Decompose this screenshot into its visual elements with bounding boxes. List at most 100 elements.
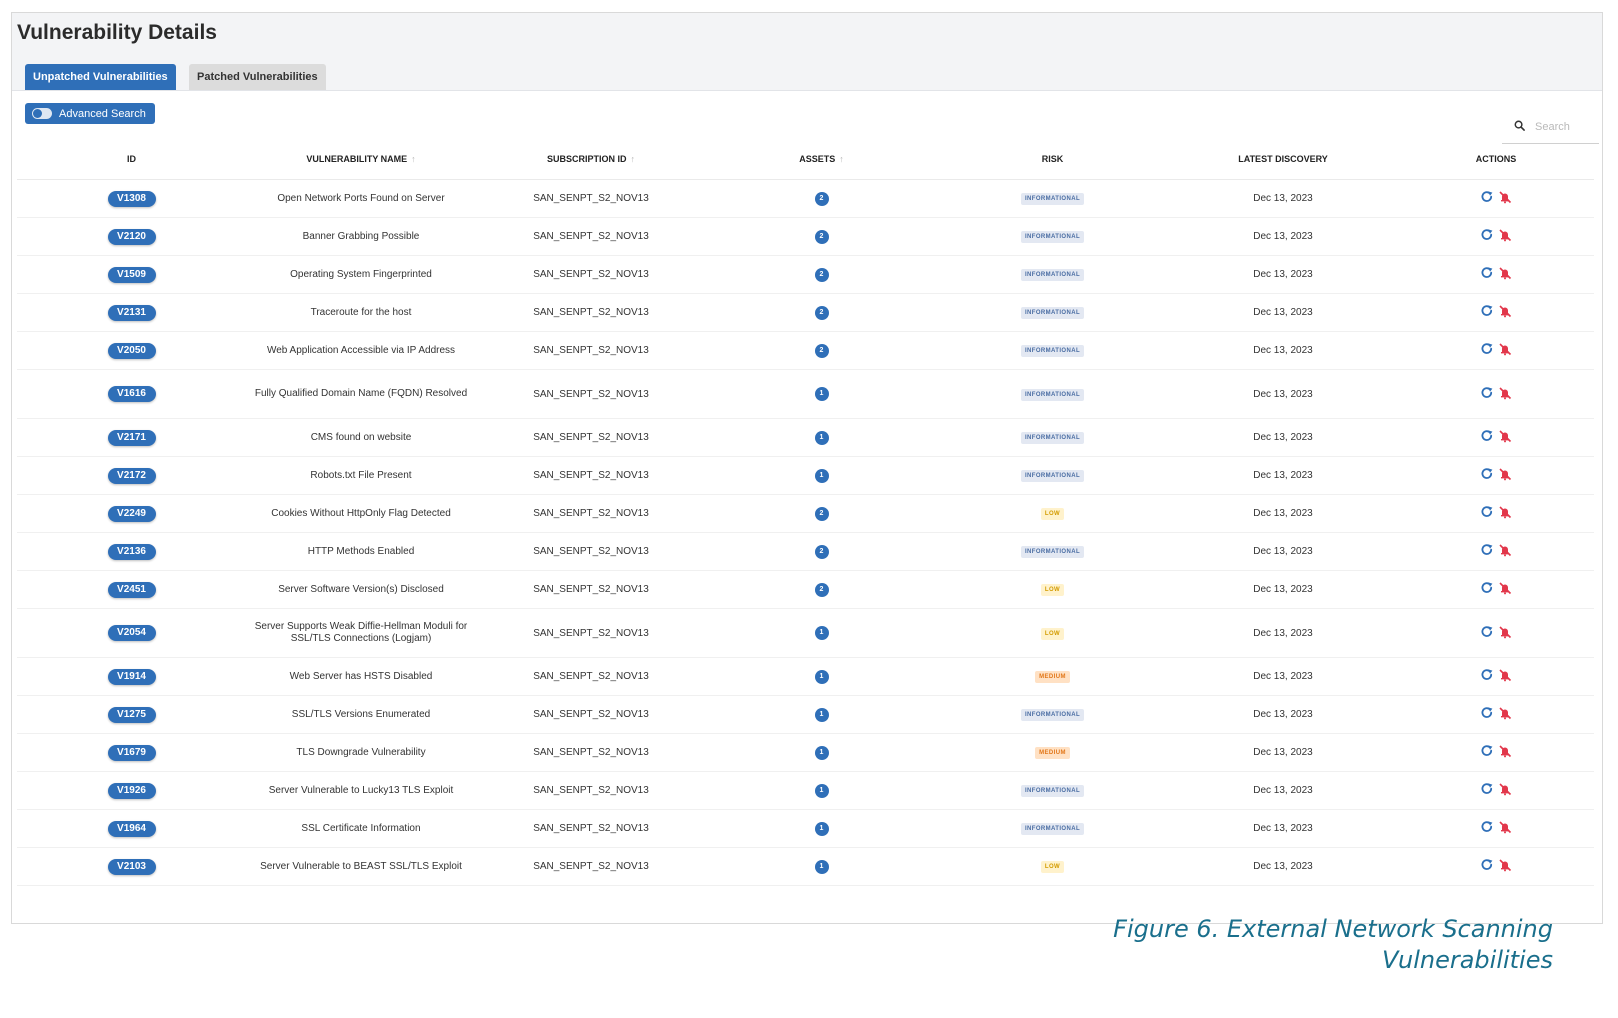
table-row[interactable]: V2131 Traceroute for the host SAN_SENPT_S2…: [17, 293, 1594, 332]
vulnerability-id-badge[interactable]: V2451: [107, 581, 156, 598]
vulnerability-id-badge[interactable]: V2131: [107, 304, 156, 321]
vulnerability-id-badge[interactable]: V2103: [107, 858, 156, 875]
mute-bell-icon[interactable]: [1498, 429, 1512, 443]
refresh-icon[interactable]: [1480, 581, 1494, 595]
table-row[interactable]: V2451 Server Software Version(s) Disclose…: [17, 570, 1594, 609]
table-row[interactable]: V1926 Server Vulnerable to Lucky13 TLS Ex…: [17, 771, 1594, 810]
refresh-icon[interactable]: [1480, 342, 1494, 356]
refresh-icon[interactable]: [1480, 266, 1494, 280]
refresh-icon[interactable]: [1480, 744, 1494, 758]
refresh-icon[interactable]: [1480, 782, 1494, 796]
vulnerability-id-badge[interactable]: V2171: [107, 429, 156, 446]
tab-unpatched-vulnerabilities[interactable]: Unpatched Vulnerabilities: [25, 64, 176, 90]
mute-bell-icon[interactable]: [1498, 581, 1512, 595]
vulnerability-id-badge[interactable]: V2172: [107, 467, 156, 484]
sort-up-arrow-icon[interactable]: ↑: [839, 154, 844, 164]
asset-count-badge[interactable]: 1: [814, 859, 829, 874]
table-row[interactable]: V2050 Web Application Accessible via IP A…: [17, 331, 1594, 370]
vulnerability-id-badge[interactable]: V1964: [107, 820, 156, 837]
vulnerability-id-badge[interactable]: V1926: [107, 782, 156, 799]
vulnerability-id-badge[interactable]: V1308: [107, 190, 156, 207]
mute-bell-icon[interactable]: [1498, 668, 1512, 682]
vulnerability-id-badge[interactable]: V1914: [107, 668, 156, 685]
asset-count-badge[interactable]: 2: [814, 544, 829, 559]
mute-bell-icon[interactable]: [1498, 782, 1512, 796]
column-header-subscription-id[interactable]: SUBSCRIPTION ID ↑: [476, 139, 706, 180]
mute-bell-icon[interactable]: [1498, 820, 1512, 834]
asset-count-badge[interactable]: 1: [814, 387, 829, 401]
table-row[interactable]: V1964 SSL Certificate Information SAN_SENP…: [17, 809, 1594, 848]
vulnerability-id-badge[interactable]: V2050: [107, 342, 156, 359]
vulnerability-id-badge[interactable]: V1275: [107, 706, 156, 723]
refresh-icon[interactable]: [1480, 505, 1494, 519]
refresh-icon[interactable]: [1480, 228, 1494, 242]
refresh-icon[interactable]: [1480, 467, 1494, 481]
search-input[interactable]: [1533, 120, 1597, 134]
refresh-icon[interactable]: [1480, 190, 1494, 204]
refresh-icon[interactable]: [1480, 858, 1494, 872]
refresh-icon[interactable]: [1480, 543, 1494, 557]
refresh-icon[interactable]: [1480, 304, 1494, 318]
vulnerability-id-badge[interactable]: V1616: [107, 386, 156, 402]
column-header-vulnerability-name[interactable]: VULNERABILITY NAME ↑: [246, 139, 476, 180]
tab-patched-vulnerabilities[interactable]: Patched Vulnerabilities: [189, 64, 326, 90]
asset-count-badge[interactable]: 1: [814, 783, 829, 798]
mute-bell-icon[interactable]: [1498, 744, 1512, 758]
table-row[interactable]: V1509 Operating System Fingerprinted SAN_S…: [17, 255, 1594, 294]
mute-bell-icon[interactable]: [1498, 625, 1512, 639]
asset-count-badge[interactable]: 1: [814, 669, 829, 684]
asset-count-badge[interactable]: 2: [814, 267, 829, 282]
mute-bell-icon[interactable]: [1498, 386, 1512, 400]
table-row[interactable]: V2054 Server Supports Weak Diffie-Hellman…: [17, 608, 1594, 658]
table-row[interactable]: V2120 Banner Grabbing Possible SAN_SENPT_S…: [17, 217, 1594, 256]
table-row[interactable]: V2249 Cookies Without HttpOnly Flag Detec…: [17, 494, 1594, 533]
mute-bell-icon[interactable]: [1498, 467, 1512, 481]
refresh-icon[interactable]: [1480, 625, 1494, 639]
mute-bell-icon[interactable]: [1498, 190, 1512, 204]
vulnerability-id-badge[interactable]: V2120: [107, 228, 156, 245]
asset-count-badge[interactable]: 2: [814, 191, 829, 206]
table-row[interactable]: V1616 Fully Qualified Domain Name (FQDN) …: [17, 369, 1594, 419]
column-header-assets[interactable]: ASSETS ↑: [706, 139, 937, 180]
asset-count-badge[interactable]: 2: [814, 506, 829, 521]
table-row[interactable]: V1308 Open Network Ports Found on Server S…: [17, 179, 1594, 218]
table-row[interactable]: V2136 HTTP Methods Enabled SAN_SENPT_S2_NO…: [17, 532, 1594, 571]
asset-count-badge[interactable]: 2: [814, 343, 829, 358]
table-row[interactable]: V2171 CMS found on website SAN_SENPT_S2_NO…: [17, 418, 1594, 457]
mute-bell-icon[interactable]: [1498, 304, 1512, 318]
refresh-icon[interactable]: [1480, 706, 1494, 720]
sort-up-arrow-icon[interactable]: ↑: [411, 154, 416, 164]
table-row[interactable]: V1679 TLS Downgrade Vulnerability SAN_SENP…: [17, 733, 1594, 772]
refresh-icon[interactable]: [1480, 429, 1494, 443]
refresh-icon[interactable]: [1480, 820, 1494, 834]
vulnerability-id-badge[interactable]: V1679: [107, 744, 156, 761]
table-row[interactable]: V1914 Web Server has HSTS Disabled SAN_SEN…: [17, 657, 1594, 696]
mute-bell-icon[interactable]: [1498, 706, 1512, 720]
asset-count-badge[interactable]: 2: [814, 305, 829, 320]
vulnerability-id-badge[interactable]: V2054: [107, 625, 156, 641]
mute-bell-icon[interactable]: [1498, 342, 1512, 356]
asset-count-badge[interactable]: 2: [814, 582, 829, 597]
search-icon[interactable]: [1514, 118, 1525, 136]
mute-bell-icon[interactable]: [1498, 505, 1512, 519]
table-row[interactable]: V1275 SSL/TLS Versions Enumerated SAN_SENP…: [17, 695, 1594, 734]
asset-count-badge[interactable]: 1: [814, 821, 829, 836]
refresh-icon[interactable]: [1480, 668, 1494, 682]
table-row[interactable]: V2103 Server Vulnerable to BEAST SSL/TLS …: [17, 847, 1594, 886]
mute-bell-icon[interactable]: [1498, 266, 1512, 280]
asset-count-badge[interactable]: 2: [814, 229, 829, 244]
asset-count-badge[interactable]: 1: [814, 626, 829, 640]
vulnerability-id-badge[interactable]: V2249: [107, 505, 156, 522]
vulnerability-id-badge[interactable]: V1509: [107, 266, 156, 283]
refresh-icon[interactable]: [1480, 386, 1494, 400]
asset-count-badge[interactable]: 1: [814, 745, 829, 760]
mute-bell-icon[interactable]: [1498, 228, 1512, 242]
vulnerability-id-badge[interactable]: V2136: [107, 543, 156, 560]
table-row[interactable]: V2172 Robots.txt File Present SAN_SENPT_S2…: [17, 456, 1594, 495]
sort-up-arrow-icon[interactable]: ↑: [631, 154, 636, 164]
asset-count-badge[interactable]: 1: [814, 468, 829, 483]
mute-bell-icon[interactable]: [1498, 543, 1512, 557]
advanced-search-toggle[interactable]: Advanced Search: [25, 103, 155, 124]
mute-bell-icon[interactable]: [1498, 858, 1512, 872]
asset-count-badge[interactable]: 1: [814, 430, 829, 445]
